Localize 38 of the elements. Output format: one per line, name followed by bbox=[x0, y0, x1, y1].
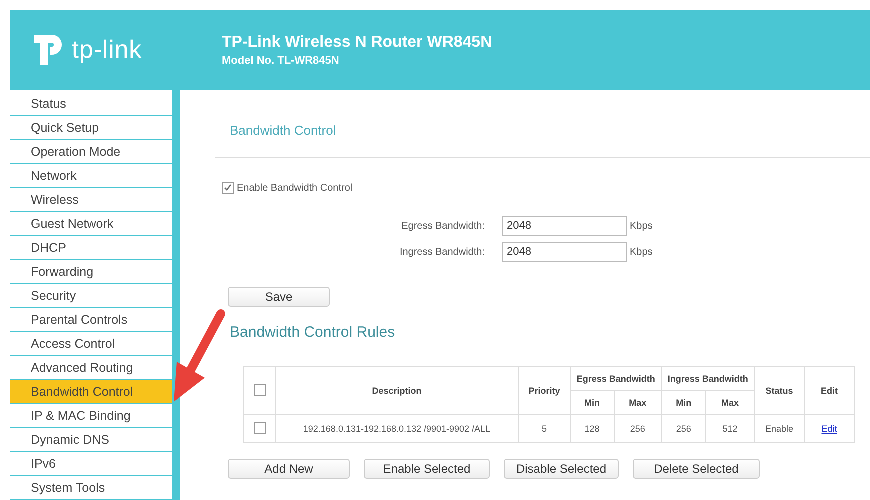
table-cell: 512 bbox=[706, 414, 754, 442]
table-cell: 256 bbox=[662, 414, 706, 442]
unit-label: Kbps bbox=[630, 220, 653, 232]
enable-checkbox[interactable] bbox=[222, 182, 234, 194]
table-cell: 192.168.0.131-192.168.0.132 /9901-9902 /ALL bbox=[276, 414, 518, 442]
save-button[interactable]: Save bbox=[228, 287, 330, 307]
logo-text: tp-link bbox=[72, 36, 142, 64]
model-number: Model No. TL-WR845N bbox=[222, 54, 340, 66]
field-label: Egress Bandwidth: bbox=[400, 220, 486, 232]
bandwidth-input[interactable]: 2048 bbox=[502, 216, 627, 236]
column-header: Max bbox=[614, 390, 662, 414]
section-title: Bandwidth Control Rules bbox=[230, 324, 396, 341]
page-title: Bandwidth Control bbox=[215, 120, 870, 158]
column-header: Status bbox=[754, 366, 804, 414]
action-button[interactable]: Enable Selected bbox=[364, 459, 490, 479]
column-header: Min bbox=[662, 390, 706, 414]
select-all-checkbox[interactable] bbox=[254, 384, 266, 396]
bandwidth-input[interactable]: 2048 bbox=[502, 242, 627, 262]
field-label: Ingress Bandwidth: bbox=[398, 246, 486, 258]
edit-link[interactable]: Edit bbox=[822, 424, 838, 434]
table-cell: 256 bbox=[614, 414, 662, 442]
column-header: Ingress Bandwidth bbox=[662, 366, 754, 390]
column-header: Min bbox=[570, 390, 614, 414]
checkbox-label: Enable Bandwidth Control bbox=[237, 182, 353, 194]
action-button[interactable]: Add New bbox=[228, 459, 350, 479]
column-header: Egress Bandwidth bbox=[570, 366, 662, 390]
column-header: Edit bbox=[804, 366, 854, 414]
unit-label: Kbps bbox=[630, 246, 653, 258]
router-title: TP-Link Wireless N Router WR845N bbox=[222, 34, 492, 52]
table-cell: 5 bbox=[518, 414, 570, 442]
row-checkbox[interactable] bbox=[254, 422, 266, 434]
sidebar-item[interactable]: Bandwidth Control bbox=[10, 380, 172, 404]
action-button[interactable]: Delete Selected bbox=[633, 459, 760, 479]
column-header: Priority bbox=[518, 366, 570, 414]
action-button[interactable]: Disable Selected bbox=[504, 459, 619, 479]
column-header: Description bbox=[276, 366, 518, 414]
table-cell: Enable bbox=[754, 414, 804, 442]
table-cell: 128 bbox=[570, 414, 614, 442]
